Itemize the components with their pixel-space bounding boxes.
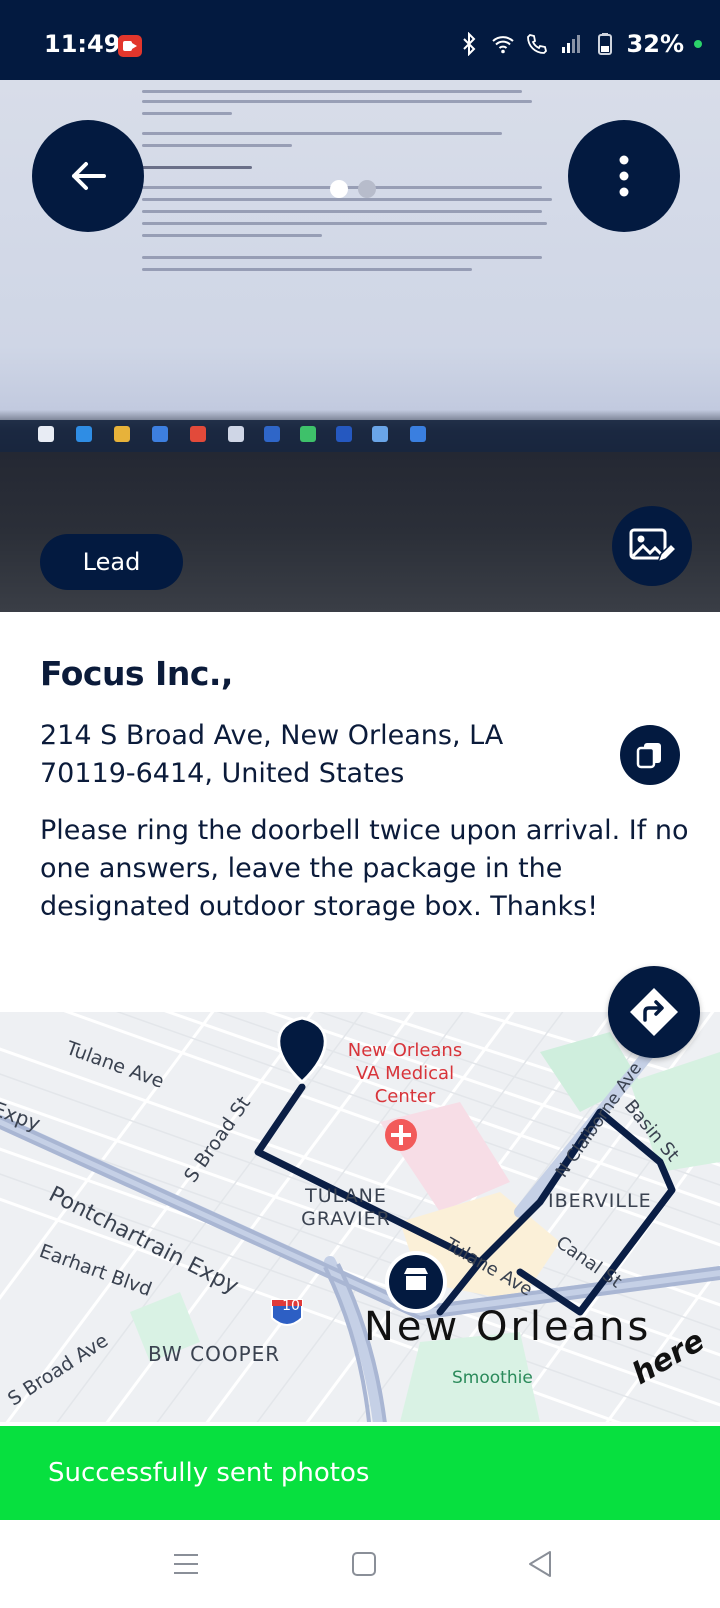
signal-icon xyxy=(561,35,580,53)
photo-content xyxy=(130,80,570,380)
screen-record-icon xyxy=(118,35,142,57)
home-button[interactable] xyxy=(348,1548,380,1580)
route-map[interactable]: Tulane Ave Expy Pontchartrain Expy S Bro… xyxy=(0,1012,720,1422)
success-toast: Successfully sent photos xyxy=(0,1426,720,1520)
menu-lines-icon xyxy=(174,1554,198,1574)
wifi-icon xyxy=(491,36,514,54)
square-icon xyxy=(352,1552,376,1576)
recents-button[interactable] xyxy=(170,1548,202,1580)
photo-taskbar xyxy=(0,420,720,452)
more-options-button[interactable] xyxy=(568,120,680,232)
status-bar: 11:49 32% xyxy=(0,0,720,80)
photo-page-indicator xyxy=(330,180,376,198)
map-label-i10: 10 xyxy=(282,1298,300,1314)
map-label-bw-cooper: BW COOPER xyxy=(148,1342,281,1366)
lead-note: Please ring the doorbell twice upon arri… xyxy=(40,815,689,922)
status-icons: 32% xyxy=(457,30,702,58)
copy-icon xyxy=(636,743,661,769)
company-name: Focus Inc., xyxy=(40,654,233,693)
privacy-indicator xyxy=(694,40,702,48)
back-nav-button[interactable] xyxy=(524,1548,556,1580)
arrow-left-icon xyxy=(72,162,106,190)
lead-address: 214 S Broad Ave, New Orleans, LA 70119-6… xyxy=(40,720,504,789)
back-button[interactable] xyxy=(32,120,144,232)
edit-photo-button[interactable] xyxy=(612,506,692,586)
battery-icon xyxy=(597,33,612,55)
call-icon xyxy=(526,34,547,54)
status-time: 11:49 xyxy=(44,30,121,58)
map-label-iberville: IBERVILLE xyxy=(548,1190,652,1212)
map-label-tulane-gravier: TULANE GRAVIER xyxy=(301,1185,391,1230)
map-label-va-medical-center: New Orleans VA Medical Center xyxy=(347,1040,463,1107)
more-vertical-icon xyxy=(619,155,629,197)
bluetooth-icon xyxy=(462,32,475,56)
copy-address-button[interactable] xyxy=(620,725,680,785)
lead-badge: Lead xyxy=(40,534,183,590)
directions-icon xyxy=(630,988,678,1036)
toast-message: Successfully sent photos xyxy=(48,1458,370,1488)
map-label-new-orleans: New Orleans xyxy=(364,1304,652,1350)
map-label-smoothie: Smoothie xyxy=(452,1368,533,1388)
battery-level: 32% xyxy=(626,30,684,58)
image-edit-icon xyxy=(629,528,676,564)
directions-button[interactable] xyxy=(608,966,700,1058)
system-nav-bar xyxy=(0,1520,720,1608)
triangle-back-icon xyxy=(529,1551,551,1577)
